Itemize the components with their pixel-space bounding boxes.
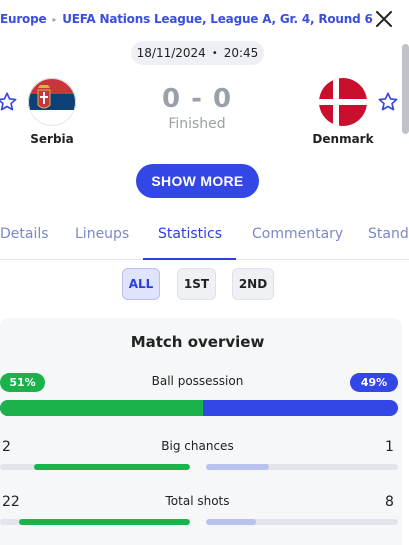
close-icon[interactable]	[374, 9, 394, 29]
big-chances-home-bar	[0, 464, 190, 470]
away-team-name[interactable]: Denmark	[303, 132, 383, 146]
period-second-half-button[interactable]: 2ND	[232, 268, 274, 300]
home-favorite-star-icon[interactable]	[0, 91, 18, 113]
total-shots-away-bar	[206, 519, 398, 525]
breadcrumb-item-region[interactable]: Europe	[0, 12, 47, 26]
big-chances-away-bar	[206, 464, 398, 470]
away-favorite-star-icon[interactable]	[377, 91, 399, 113]
match-time: 20:45	[223, 46, 259, 60]
tab-details[interactable]: Details	[0, 226, 49, 242]
tab-statistics[interactable]: Statistics	[158, 226, 222, 242]
tab-commentary[interactable]: Commentary	[252, 226, 343, 242]
tab-lineups[interactable]: Lineups	[75, 226, 129, 242]
breadcrumb-item-competition[interactable]: UEFA Nations League, League A, Gr. 4, Ro…	[62, 12, 373, 26]
away-possession-badge: 49%	[350, 373, 398, 392]
scrollbar-thumb[interactable]	[402, 44, 409, 134]
match-status: Finished	[168, 116, 226, 132]
match-score: 0 - 0	[161, 84, 233, 114]
tab-bar: Details Lineups Statistics Commentary St…	[0, 222, 409, 260]
total-shots-label: Total shots	[165, 494, 230, 508]
big-chances-label: Big chances	[161, 439, 234, 453]
possession-bar	[0, 400, 398, 416]
match-datetime: 18/11/2024 • 20:45	[131, 41, 264, 65]
big-chances-away-fill	[206, 464, 270, 470]
breadcrumb: Europe ▸ UEFA Nations League, League A, …	[0, 10, 373, 28]
possession-label: Ball possession	[151, 374, 244, 388]
tab-standings[interactable]: Standi	[368, 226, 409, 242]
total-shots-away-fill	[206, 519, 256, 525]
match-date: 18/11/2024	[136, 46, 206, 60]
period-first-half-button[interactable]: 1ST	[177, 268, 216, 300]
home-team-name[interactable]: Serbia	[12, 132, 92, 146]
active-tab-indicator	[143, 258, 236, 260]
total-shots-away-value: 8	[385, 494, 394, 510]
match-overview-card: Match overview 51% Ball possession 49% 2…	[0, 318, 402, 545]
breadcrumb-separator-icon: ▸	[52, 14, 57, 24]
big-chances-home-fill	[34, 464, 190, 470]
overview-title: Match overview	[130, 333, 265, 351]
serbia-flag-icon	[28, 78, 76, 126]
datetime-dot: •	[211, 47, 218, 59]
possession-bar-home-fill	[0, 400, 203, 416]
denmark-flag-icon	[319, 78, 367, 126]
big-chances-away-value: 1	[385, 439, 394, 455]
total-shots-home-bar	[0, 519, 190, 525]
total-shots-home-fill	[19, 519, 190, 525]
show-more-button[interactable]: SHOW MORE	[136, 164, 259, 198]
period-all-button[interactable]: ALL	[122, 268, 160, 300]
